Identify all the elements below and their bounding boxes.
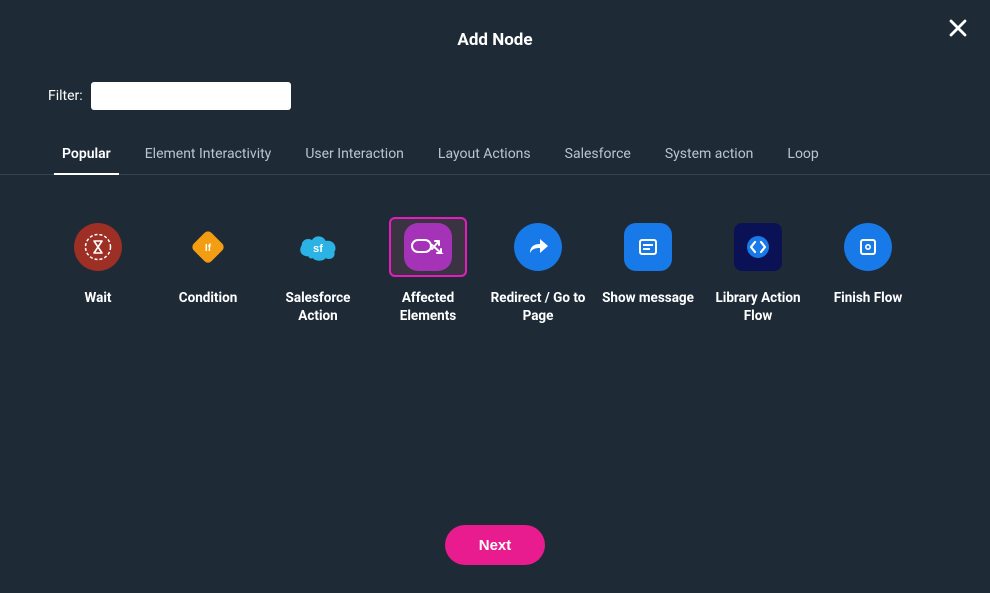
code-brackets-icon [734,223,782,271]
diamond-if-icon: If [184,223,232,271]
next-button[interactable]: Next [445,525,545,565]
node-finish-flow[interactable]: Finish Flow [818,217,918,325]
node-label: Wait [85,289,112,307]
tab-loop[interactable]: Loop [787,146,818,174]
dialog-title: Add Node [0,30,990,50]
node-show-message[interactable]: Show message [598,217,698,325]
node-label: Affected Elements [378,289,478,325]
dialog-header: Add Node [0,0,990,50]
node-salesforce-action[interactable]: sf Salesforce Action [268,217,368,325]
svg-text:sf: sf [313,243,323,255]
node-label: Finish Flow [834,289,903,307]
node-label: Condition [179,289,238,307]
node-label: Library Action Flow [708,289,808,325]
node-affected-elements[interactable]: Affected Elements [378,217,478,325]
tabs-bar: Popular Element Interactivity User Inter… [0,110,990,175]
affected-elements-icon [404,223,452,271]
message-lines-icon [624,223,672,271]
tab-popular[interactable]: Popular [62,146,111,174]
hourglass-icon [74,223,122,271]
cloud-sf-icon: sf [294,223,342,271]
node-grid: Wait If Condition sf Salesforce Action [0,175,990,325]
svg-text:If: If [205,243,212,254]
tab-salesforce[interactable]: Salesforce [565,146,631,174]
filter-row: Filter: [0,50,990,110]
close-button[interactable] [948,18,968,38]
tab-user-interaction[interactable]: User Interaction [305,146,404,174]
close-icon [948,18,968,38]
tab-layout-actions[interactable]: Layout Actions [438,146,531,174]
filter-input[interactable] [91,82,291,110]
stop-square-icon [844,223,892,271]
share-arrow-icon [514,223,562,271]
node-label: Salesforce Action [268,289,368,325]
tab-system-action[interactable]: System action [665,146,754,174]
tab-element-interactivity[interactable]: Element Interactivity [145,146,272,174]
node-condition[interactable]: If Condition [158,217,258,325]
node-library-action-flow[interactable]: Library Action Flow [708,217,808,325]
node-label: Redirect / Go to Page [488,289,588,325]
node-label: Show message [602,289,694,307]
node-redirect[interactable]: Redirect / Go to Page [488,217,588,325]
dialog-footer: Next [0,525,990,565]
filter-label: Filter: [48,88,83,104]
node-wait[interactable]: Wait [48,217,148,325]
